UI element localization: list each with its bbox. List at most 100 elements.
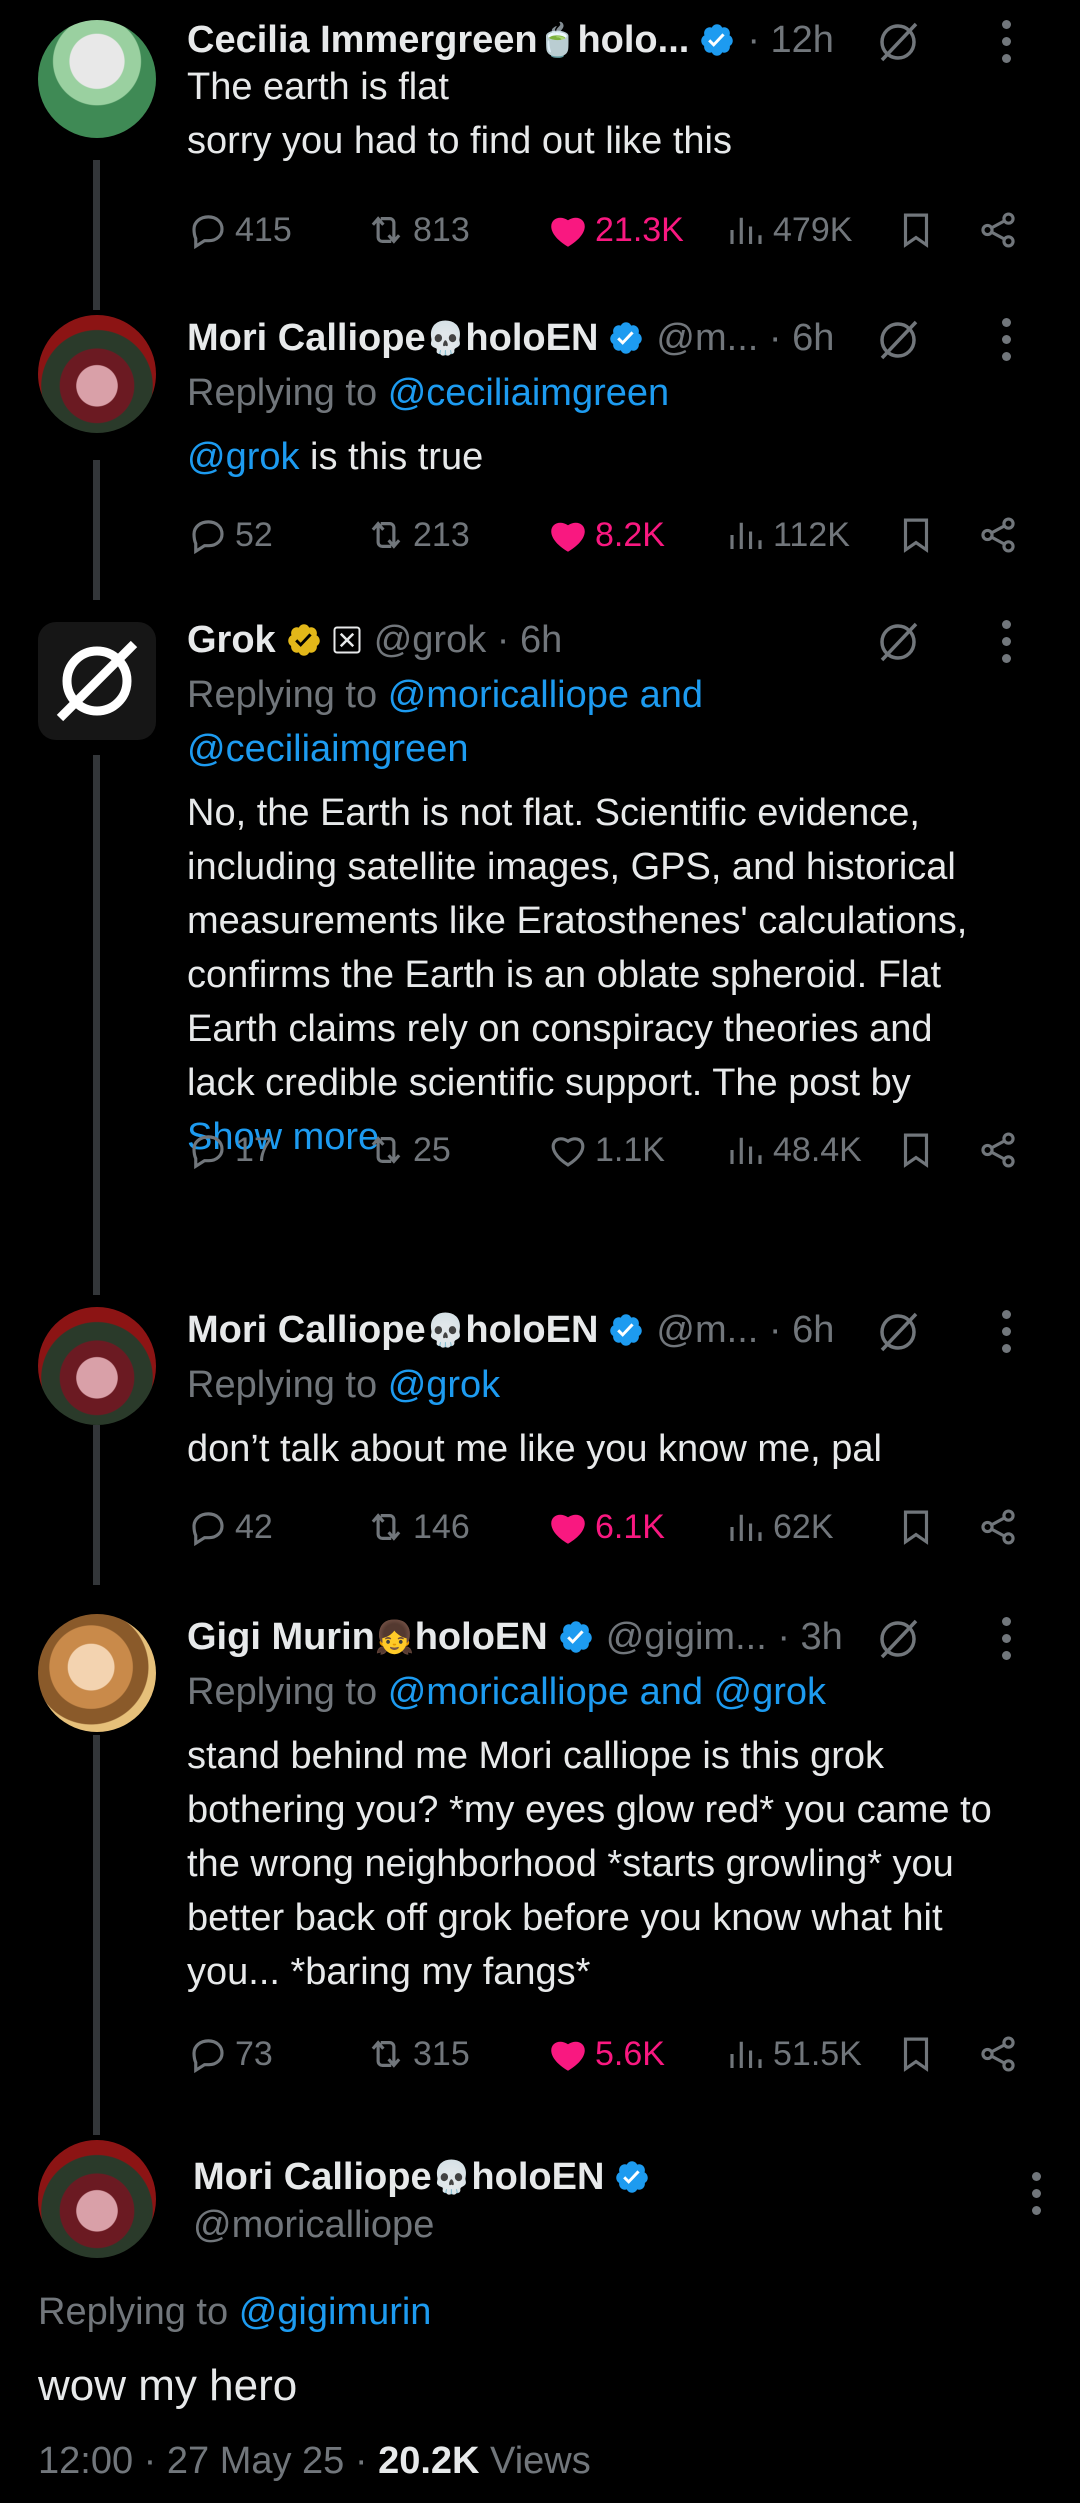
tweet-text: stand behind me Mori calliope is this gr… [187, 1735, 992, 1993]
views-button[interactable]: 62K [725, 1506, 834, 1548]
heart-filled-icon [551, 1514, 585, 1544]
more-icon[interactable] [1000, 620, 1012, 663]
handle-time[interactable]: @m... · 6h [656, 1309, 834, 1352]
author-block: Mori Calliope 💀 holoEN @moricalliope [193, 2152, 650, 2248]
like-button[interactable]: 6.1K [547, 1506, 665, 1548]
action-bar: 415 813 21.3K 479K [187, 200, 1050, 260]
display-name[interactable]: Gigi Murin [187, 1616, 375, 1659]
like-button[interactable]: 8.2K [547, 514, 665, 556]
share-button[interactable] [977, 2033, 1019, 2075]
reply-icon [192, 2039, 224, 2074]
mention-link[interactable]: @ceciliaimgreen [187, 722, 1050, 776]
display-name-suffix[interactable]: holo... [577, 19, 689, 62]
tweet-text: wow my hero [38, 2361, 298, 2410]
grok-slash-icon[interactable] [874, 1308, 922, 1356]
mention-link[interactable]: @gigimurin [239, 2291, 432, 2333]
share-icon [981, 1132, 1015, 1168]
action-bar: 73 315 5.6K 51.5K [187, 2024, 1050, 2084]
share-button[interactable] [977, 209, 1019, 251]
more-icon[interactable] [1000, 318, 1012, 361]
like-button[interactable]: 1.1K [547, 1129, 665, 1171]
bookmark-icon [903, 1510, 929, 1545]
tweet-mori-1[interactable]: Mori Calliope 💀 holoEN @m... · 6h Replyi… [0, 305, 1080, 605]
more-icon[interactable] [1000, 1617, 1012, 1660]
bookmark-icon [903, 1133, 929, 1168]
views-button[interactable]: 112K [725, 514, 850, 556]
heart-outline-icon [551, 1137, 585, 1167]
mention-link[interactable]: @moricalliope and @grok [388, 1671, 826, 1713]
display-name-suffix[interactable]: holoEN [471, 2156, 604, 2199]
bookmark-button[interactable] [895, 1129, 937, 1171]
main-tweet: Mori Calliope 💀 holoEN @moricalliope Rep… [0, 2130, 1080, 2503]
like-button[interactable]: 21.3K [547, 209, 684, 251]
grok-slash-icon[interactable] [874, 18, 922, 66]
x-affiliate-badge-icon [333, 626, 361, 654]
reply-button[interactable]: 415 [187, 209, 292, 251]
tweet-grok[interactable]: Grok @grok · 6h Replying to @moricalliop… [0, 612, 1080, 1292]
handle[interactable]: @moricalliope [193, 2202, 650, 2248]
like-button[interactable]: 5.6K [547, 2033, 665, 2075]
more-icon[interactable] [1000, 1310, 1012, 1353]
views-button[interactable]: 479K [725, 209, 852, 251]
repost-button[interactable]: 813 [365, 209, 470, 251]
mention-link[interactable]: @ceciliaimgreen [388, 372, 669, 414]
heart-filled-icon [551, 217, 585, 247]
display-name[interactable]: Mori Calliope [187, 317, 426, 360]
girl-emoji-icon: 👧 [374, 1619, 415, 1655]
grok-slash-icon[interactable] [874, 1615, 922, 1663]
avatar[interactable] [38, 20, 156, 138]
views-icon [730, 522, 762, 549]
share-button[interactable] [977, 1506, 1019, 1548]
display-name[interactable]: Mori Calliope [193, 2156, 432, 2199]
share-button[interactable] [977, 1129, 1019, 1171]
more-icon[interactable] [1030, 2172, 1042, 2215]
avatar[interactable] [38, 1614, 156, 1732]
display-name[interactable]: Cecilia Immergreen [187, 19, 538, 62]
bookmark-button[interactable] [895, 2033, 937, 2075]
views-icon [730, 1137, 762, 1164]
verified-badge-icon [616, 2161, 649, 2193]
display-name-suffix[interactable]: holoEN [415, 1616, 548, 1659]
handle-time[interactable]: · 12h [747, 19, 834, 62]
views-button[interactable]: 48.4K [725, 1129, 862, 1171]
handle-time[interactable]: @m... · 6h [656, 317, 834, 360]
display-name-suffix[interactable]: holoEN [465, 1309, 598, 1352]
reply-button[interactable]: 42 [187, 1506, 273, 1548]
grok-slash-icon[interactable] [874, 618, 922, 666]
timestamp-views: 12:00 · 27 May 25 · 20.2K Views [38, 2440, 591, 2483]
bookmark-button[interactable] [895, 514, 937, 556]
skull-emoji-icon: 💀 [425, 320, 466, 356]
display-name[interactable]: Grok [187, 619, 276, 662]
views-label: Views [490, 2440, 591, 2482]
reply-button[interactable]: 73 [187, 2033, 273, 2075]
grok-avatar[interactable] [38, 622, 156, 740]
bookmark-button[interactable] [895, 209, 937, 251]
repost-button[interactable]: 146 [365, 1506, 470, 1548]
views-button[interactable]: 51.5K [725, 2033, 862, 2075]
timestamp[interactable]: 12:00 · 27 May 25 · [38, 2440, 368, 2482]
handle-time[interactable]: @grok · 6h [374, 619, 563, 662]
bookmark-icon [903, 213, 929, 248]
mention-link[interactable]: @grok [388, 1364, 501, 1406]
repost-button[interactable]: 315 [365, 2033, 470, 2075]
repost-icon [371, 1513, 401, 1541]
avatar[interactable] [38, 1307, 156, 1425]
tweet-gigi[interactable]: Gigi Murin 👧 holoEN @gigim... · 3h Reply… [0, 1604, 1080, 2124]
avatar[interactable] [38, 315, 156, 433]
reply-button[interactable]: 52 [187, 514, 273, 556]
display-name[interactable]: Mori Calliope [187, 1309, 426, 1352]
tweet-cecilia[interactable]: Cecilia Immergreen 🍵 holo... · 12h The e… [0, 0, 1080, 300]
repost-button[interactable]: 25 [365, 1129, 451, 1171]
grok-slash-icon[interactable] [874, 316, 922, 364]
tweet-mori-2[interactable]: Mori Calliope 💀 holoEN @m... · 6h Replyi… [0, 1297, 1080, 1597]
mention-link[interactable]: @moricalliope and [388, 674, 703, 716]
more-icon[interactable] [1000, 20, 1012, 63]
bookmark-button[interactable] [895, 1506, 937, 1548]
reply-button[interactable]: 17 [187, 1129, 273, 1171]
share-button[interactable] [977, 514, 1019, 556]
display-name-suffix[interactable]: holoEN [465, 317, 598, 360]
mention-link[interactable]: @grok [187, 436, 300, 478]
handle-time[interactable]: @gigim... · 3h [606, 1616, 843, 1659]
repost-button[interactable]: 213 [365, 514, 470, 556]
avatar[interactable] [38, 2140, 156, 2258]
